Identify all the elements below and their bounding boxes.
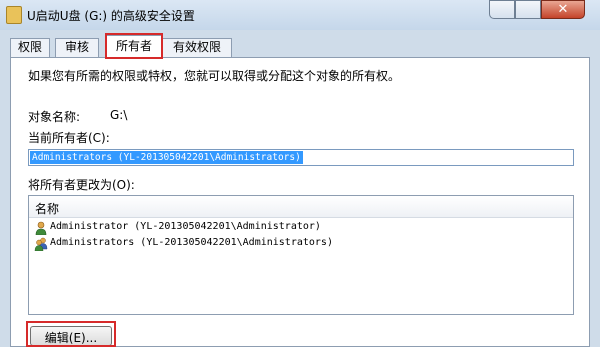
column-name-label: 名称: [35, 202, 60, 216]
edit-button-label: 编辑(E)...: [44, 331, 98, 345]
close-button[interactable]: ✕: [541, 0, 585, 19]
owner-list[interactable]: 名称 Administrator (YL-201305042201\Admini…: [28, 195, 574, 315]
current-owner-field[interactable]: Administrators (YL-201305042201\Administ…: [28, 149, 574, 166]
current-owner-label: 当前所有者(C):: [28, 131, 110, 145]
list-item-label: Administrator (YL-201305042201\Administr…: [50, 221, 321, 232]
tab-effective-permissions[interactable]: 有效权限: [162, 38, 232, 57]
object-name-value: G:\: [110, 108, 128, 122]
current-owner-value: Administrators (YL-201305042201\Administ…: [30, 151, 303, 164]
change-owner-label: 将所有者更改为(O):: [28, 178, 135, 192]
maximize-button[interactable]: [515, 0, 541, 19]
users-group-icon: [34, 237, 48, 251]
title-bar: U启动U盘 (G:) 的高级安全设置 ✕: [0, 0, 600, 30]
tab-auditing[interactable]: 审核: [55, 38, 99, 57]
info-text: 如果您有所需的权限或特权，您就可以取得或分配这个对象的所有权。: [28, 69, 401, 83]
close-icon: ✕: [557, 2, 569, 17]
edit-button[interactable]: 编辑(E)...: [30, 326, 112, 346]
window-title: U启动U盘 (G:) 的高级安全设置: [27, 9, 195, 23]
minimize-button[interactable]: [489, 0, 515, 19]
tab-owner[interactable]: 所有者: [106, 35, 162, 58]
list-item-label: Administrators (YL-201305042201\Administ…: [50, 237, 333, 248]
list-column-header[interactable]: 名称: [29, 196, 573, 218]
user-icon: [35, 221, 47, 235]
drive-folder-icon: [6, 6, 22, 24]
object-name-label: 对象名称:: [28, 110, 81, 124]
tab-permissions[interactable]: 权限: [10, 38, 50, 57]
